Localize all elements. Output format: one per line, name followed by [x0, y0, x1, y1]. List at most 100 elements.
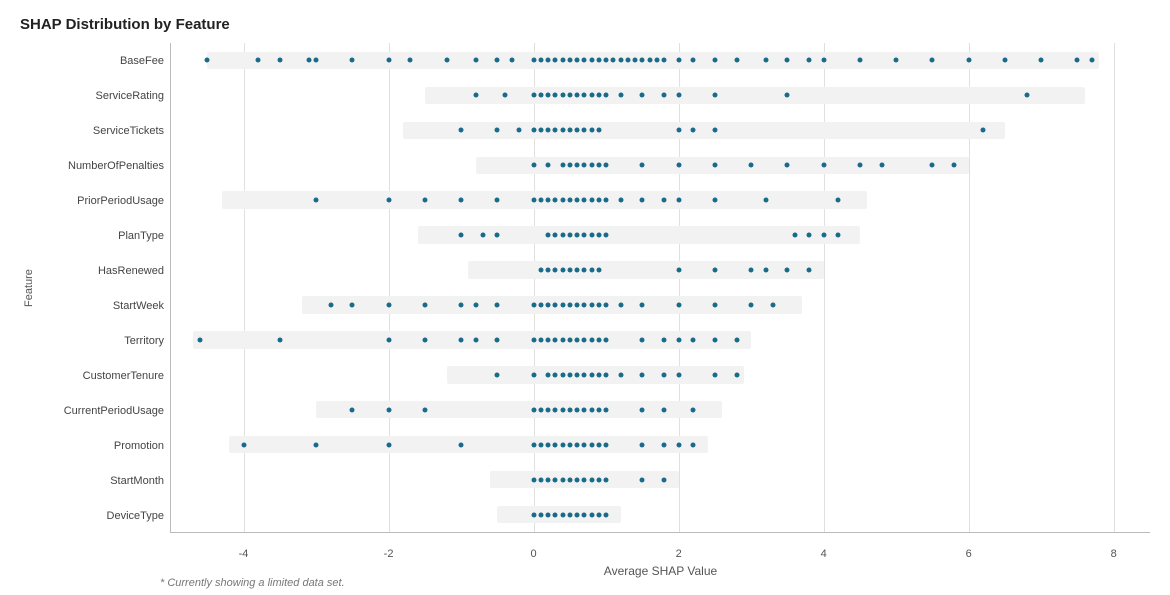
dot-promotion	[241, 442, 246, 447]
dot-devicetype	[589, 512, 594, 517]
dot-startmonth	[596, 477, 601, 482]
dot-territory	[473, 337, 478, 342]
dot-startmonth	[575, 477, 580, 482]
x-tick: 6	[966, 548, 972, 560]
dot-customertenure	[596, 372, 601, 377]
dot-promotion	[531, 442, 536, 447]
dot-numberofpenalties	[560, 163, 565, 168]
dot-servicerating	[553, 93, 558, 98]
dot-hasrenewed	[560, 268, 565, 273]
dot-priorperiodusage	[459, 198, 464, 203]
dot-basefee	[386, 58, 391, 63]
dot-basefee	[734, 58, 739, 63]
dot-servicetickets	[575, 128, 580, 133]
dot-numberofpenalties	[640, 163, 645, 168]
dot-priorperiodusage	[575, 198, 580, 203]
dot-basefee	[857, 58, 862, 63]
grid-line	[534, 43, 535, 532]
dot-currentperiodusage	[662, 407, 667, 412]
dot-customertenure	[604, 372, 609, 377]
dot-basefee	[611, 58, 616, 63]
dot-currentperiodusage	[546, 407, 551, 412]
dot-promotion	[691, 442, 696, 447]
grid-lines	[171, 43, 1150, 532]
dot-currentperiodusage	[386, 407, 391, 412]
dot-basefee	[930, 58, 935, 63]
dot-basefee	[531, 58, 536, 63]
dot-startmonth	[531, 477, 536, 482]
dot-startweek	[749, 302, 754, 307]
dot-servicetickets	[560, 128, 565, 133]
dot-servicerating	[582, 93, 587, 98]
dot-priorperiodusage	[538, 198, 543, 203]
dot-basefee	[306, 58, 311, 63]
dot-priorperiodusage	[640, 198, 645, 203]
dot-hasrenewed	[763, 268, 768, 273]
dot-servicerating	[1024, 93, 1029, 98]
dot-basefee	[640, 58, 645, 63]
dot-customertenure	[553, 372, 558, 377]
dot-startweek	[618, 302, 623, 307]
dot-startweek	[473, 302, 478, 307]
dot-territory	[604, 337, 609, 342]
dot-plantype	[546, 233, 551, 238]
dot-plantype	[459, 233, 464, 238]
y-axis-label: Feature	[20, 43, 38, 533]
dot-devicetype	[596, 512, 601, 517]
y-label-hasrenewed: HasRenewed	[40, 256, 164, 286]
dot-territory	[567, 337, 572, 342]
dot-basefee	[785, 58, 790, 63]
dot-startweek	[596, 302, 601, 307]
dot-servicerating	[712, 93, 717, 98]
dot-numberofpenalties	[575, 163, 580, 168]
grid-line	[244, 43, 245, 532]
dot-customertenure	[546, 372, 551, 377]
dot-basefee	[633, 58, 638, 63]
dot-customertenure	[531, 372, 536, 377]
dot-priorperiodusage	[836, 198, 841, 203]
y-label-servicerating: ServiceRating	[40, 81, 164, 111]
dot-currentperiodusage	[604, 407, 609, 412]
dot-servicerating	[531, 93, 536, 98]
dot-territory	[575, 337, 580, 342]
y-label-startmonth: StartMonth	[40, 466, 164, 496]
x-axis-label: Average SHAP Value	[171, 564, 1150, 578]
dot-territory	[662, 337, 667, 342]
dot-priorperiodusage	[560, 198, 565, 203]
x-tick: -4	[239, 548, 249, 560]
dot-priorperiodusage	[604, 198, 609, 203]
dot-hasrenewed	[596, 268, 601, 273]
chart-area: Feature BaseFeeServiceRatingServiceTicke…	[20, 43, 1150, 533]
dot-currentperiodusage	[691, 407, 696, 412]
dot-numberofpenalties	[857, 163, 862, 168]
dot-startmonth	[604, 477, 609, 482]
dot-startmonth	[589, 477, 594, 482]
dot-servicetickets	[712, 128, 717, 133]
dot-basefee	[589, 58, 594, 63]
dot-basefee	[277, 58, 282, 63]
dot-servicetickets	[981, 128, 986, 133]
dot-customertenure	[589, 372, 594, 377]
dot-numberofpenalties	[930, 163, 935, 168]
grid-line	[824, 43, 825, 532]
dot-numberofpenalties	[604, 163, 609, 168]
dot-basefee	[676, 58, 681, 63]
dot-promotion	[546, 442, 551, 447]
dot-promotion	[567, 442, 572, 447]
dot-startmonth	[567, 477, 572, 482]
dot-territory	[459, 337, 464, 342]
dot-servicerating	[640, 93, 645, 98]
dot-priorperiodusage	[567, 198, 572, 203]
dot-priorperiodusage	[589, 198, 594, 203]
y-label-basefee: BaseFee	[40, 46, 164, 76]
dot-hasrenewed	[567, 268, 572, 273]
dot-servicerating	[676, 93, 681, 98]
dot-hasrenewed	[546, 268, 551, 273]
dot-startmonth	[546, 477, 551, 482]
dot-startweek	[328, 302, 333, 307]
dot-territory	[691, 337, 696, 342]
dot-priorperiodusage	[531, 198, 536, 203]
dot-basefee	[509, 58, 514, 63]
dot-servicerating	[538, 93, 543, 98]
grid-line	[679, 43, 680, 532]
